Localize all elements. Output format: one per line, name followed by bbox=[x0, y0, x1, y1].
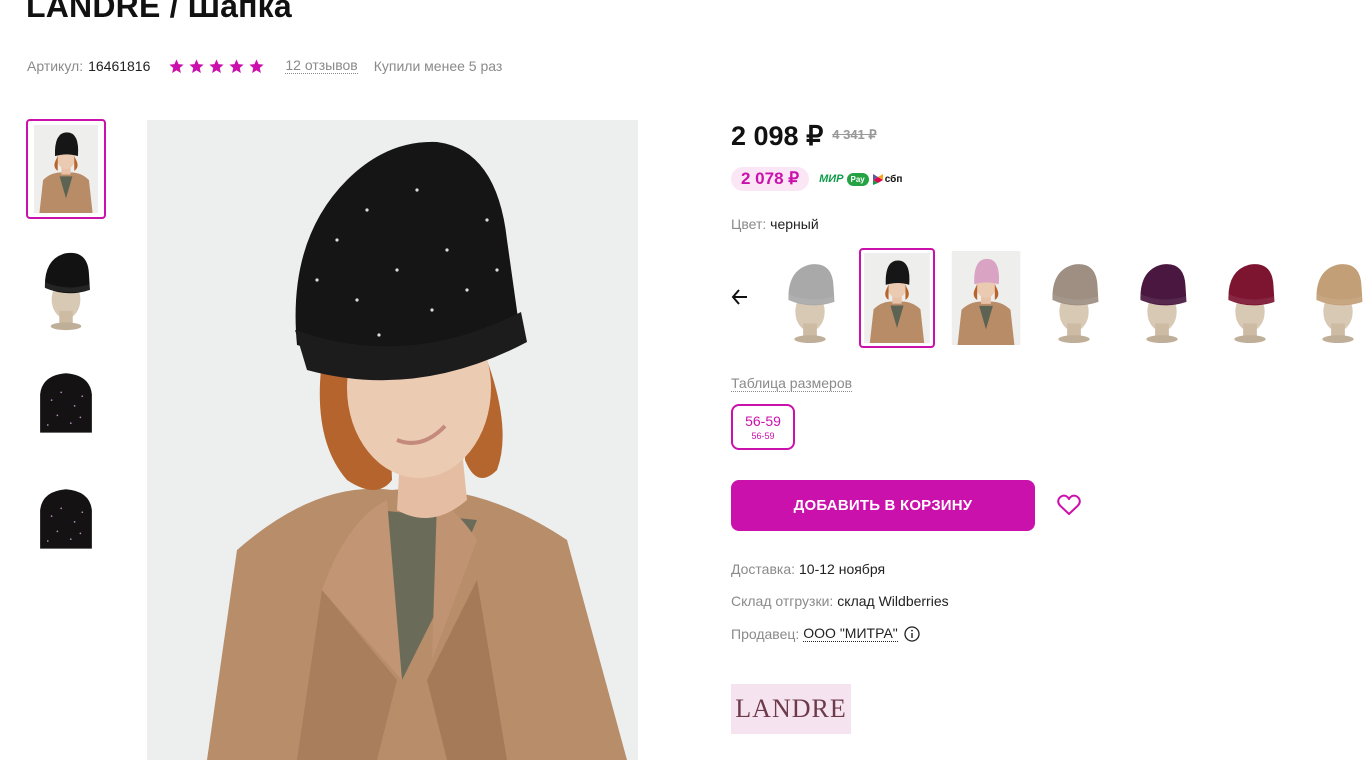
star-icon bbox=[229, 58, 244, 73]
color-swatch-beige-grey[interactable] bbox=[1036, 248, 1112, 348]
reviews-link[interactable]: 12 отзывов bbox=[285, 58, 358, 74]
star-icon bbox=[249, 58, 264, 73]
sbp-label: сбп bbox=[884, 173, 903, 185]
product-meta: Артикул: 16461816 12 отзывов Купили мене… bbox=[27, 57, 502, 75]
size-sublabel: 56-59 bbox=[751, 431, 775, 441]
info-icon[interactable] bbox=[904, 625, 920, 642]
article-value: 16461816 bbox=[88, 58, 151, 74]
sbp-logo-icon: сбп bbox=[872, 173, 903, 185]
card-price-row: 2 078 ₽ МИР Pay сбп bbox=[731, 167, 902, 191]
rating-stars bbox=[168, 58, 268, 75]
wallet-pay-icon: Pay bbox=[846, 172, 869, 186]
current-price: 2 098 ₽ bbox=[731, 121, 824, 151]
color-swatch-camel[interactable] bbox=[1300, 248, 1372, 348]
color-value: черный bbox=[770, 216, 819, 232]
seller-info: Продавец: ООО "МИТРА" bbox=[731, 625, 920, 642]
price-row: 2 098 ₽ 4 341 ₽ bbox=[731, 121, 877, 152]
color-swatch-purple[interactable] bbox=[1124, 248, 1200, 348]
thumbnail-4[interactable] bbox=[26, 468, 106, 568]
article-label: Артикул: bbox=[27, 58, 84, 74]
warehouse-label: Склад отгрузки: bbox=[731, 593, 834, 609]
card-price: 2 078 ₽ bbox=[731, 167, 810, 191]
brand-logo[interactable]: LANDRE bbox=[731, 684, 851, 734]
arrow-left-icon[interactable] bbox=[730, 285, 750, 309]
warehouse-info: Склад отгрузки: склад Wildberries bbox=[731, 593, 949, 609]
delivery-label: Доставка: bbox=[731, 561, 796, 577]
old-price: 4 341 ₽ bbox=[832, 127, 877, 142]
delivery-info: Доставка: 10-12 ноября bbox=[731, 561, 885, 577]
star-icon bbox=[209, 58, 224, 73]
seller-link[interactable]: ООО "МИТРА" bbox=[803, 625, 898, 642]
delivery-value: 10-12 ноября bbox=[799, 561, 886, 577]
seller-label: Продавец: bbox=[731, 625, 800, 642]
heart-icon[interactable] bbox=[1056, 493, 1082, 517]
star-icon bbox=[169, 58, 184, 73]
size-table-link[interactable]: Таблица размеров bbox=[731, 375, 853, 392]
color-swatch-black[interactable] bbox=[859, 248, 935, 348]
size-option-56-59[interactable]: 56-59 56-59 bbox=[731, 404, 795, 450]
color-swatches bbox=[730, 248, 1372, 348]
bought-count: Купили менее 5 раз bbox=[373, 58, 503, 74]
size-label: 56-59 bbox=[745, 413, 781, 429]
thumbnail-3[interactable] bbox=[26, 352, 106, 452]
thumbnail-1[interactable] bbox=[26, 119, 106, 219]
main-product-photo[interactable] bbox=[147, 120, 638, 760]
product-title: LANDRE / Шапка bbox=[26, 0, 292, 24]
color-label: Цвет: черный bbox=[731, 216, 819, 232]
star-icon bbox=[189, 58, 204, 73]
color-label-text: Цвет: bbox=[731, 216, 767, 232]
warehouse-value: склад Wildberries bbox=[837, 593, 949, 609]
mir-logo-icon: МИР bbox=[819, 173, 844, 185]
color-swatch-burgundy[interactable] bbox=[1212, 248, 1288, 348]
thumbnail-2[interactable] bbox=[26, 236, 106, 336]
color-swatch-grey[interactable] bbox=[772, 248, 848, 348]
add-to-cart-button[interactable]: ДОБАВИТЬ В КОРЗИНУ bbox=[731, 480, 1035, 531]
color-swatch-pink[interactable] bbox=[948, 248, 1024, 348]
